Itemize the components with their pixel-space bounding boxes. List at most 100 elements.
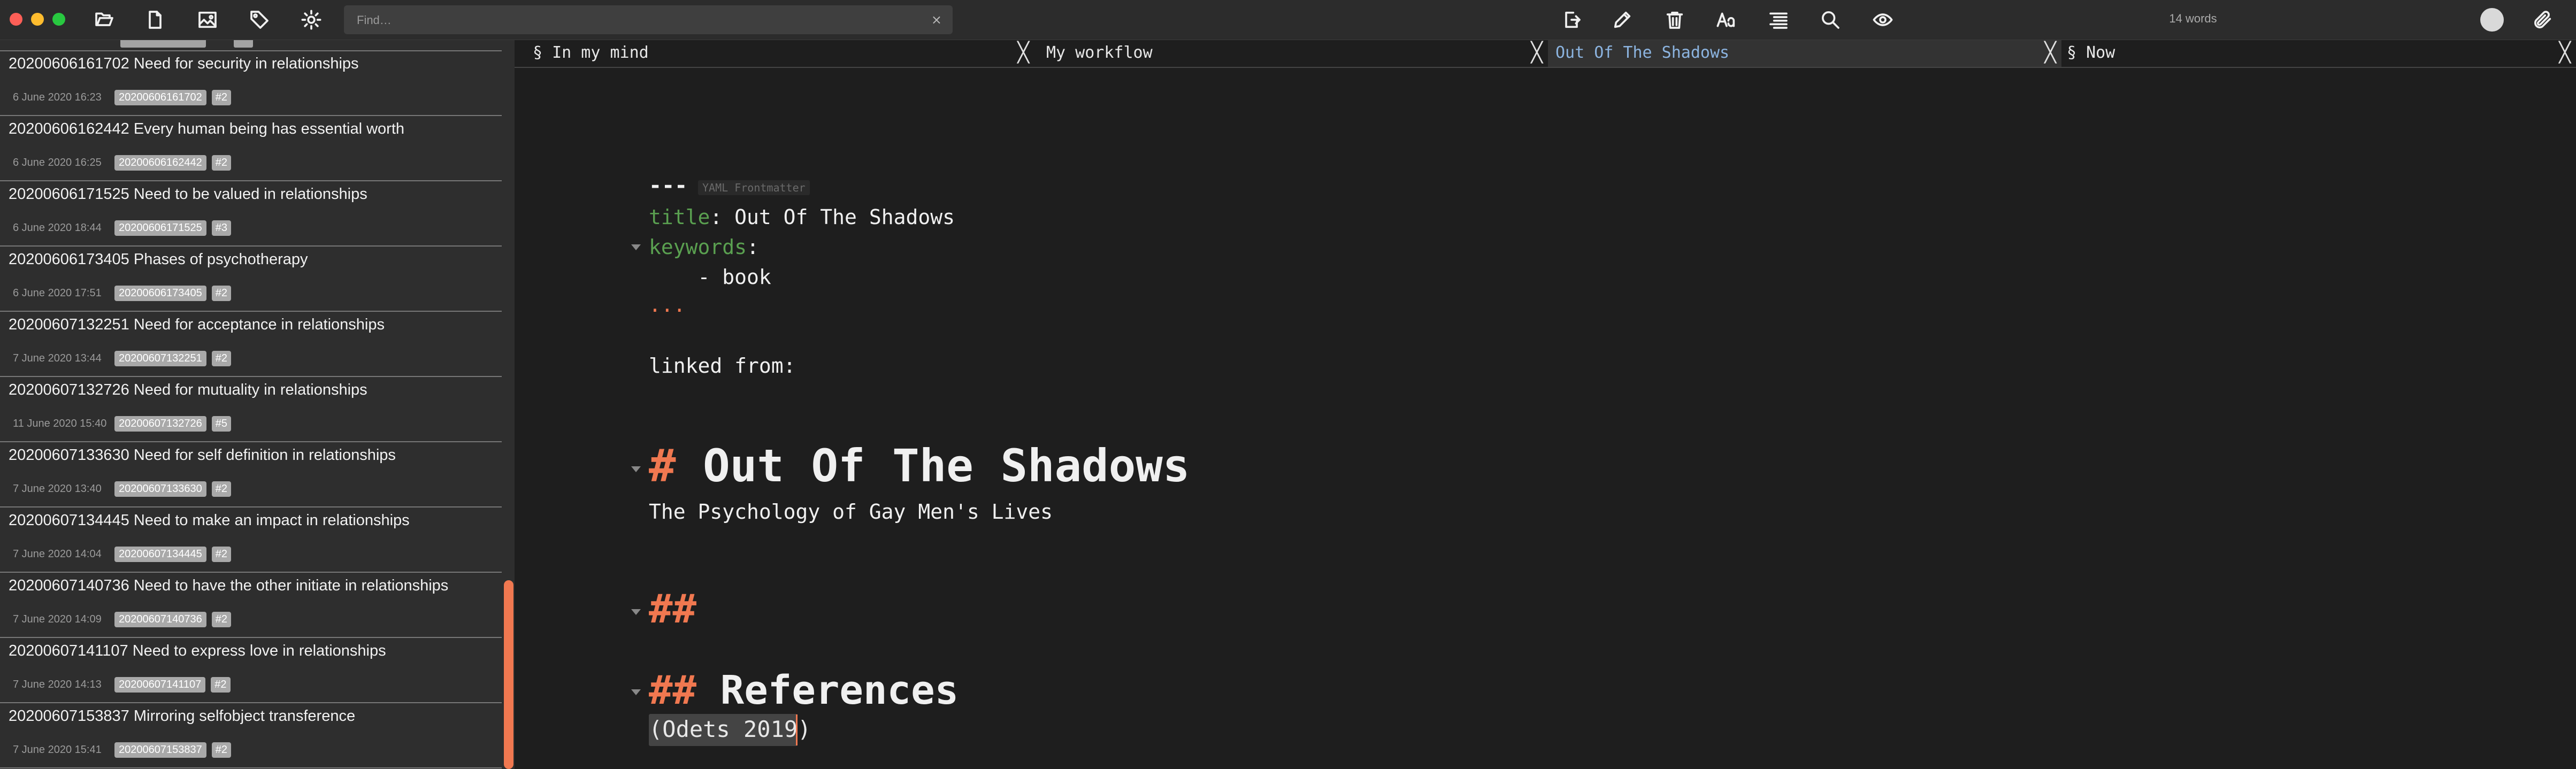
citation-text: (Odets 2019) [649,716,811,742]
search-clear-button[interactable]: × [931,12,942,27]
list-item[interactable]: 20200607134445 Need to make an impact in… [0,507,502,573]
file-date: 7 June 2020 14:04 [13,548,102,560]
heading-2-text: References [696,667,959,713]
word-count: 14 words [2169,12,2217,25]
file-date: 6 June 2020 16:23 [13,91,102,103]
file-date: 7 June 2020 15:41 [13,744,102,756]
file-list-sidebar: 20200606161702 Need for security in rela… [0,40,515,769]
link-count-badge: #2 [211,547,231,562]
heading-2-empty: ## [649,586,696,632]
partial-count-tag [234,40,253,48]
file-list: 20200606161702 Need for security in rela… [0,51,502,768]
list-item[interactable]: 20200607132251 Need for acceptance in re… [0,312,502,377]
paperclip-icon[interactable] [2530,7,2556,33]
file-date: 7 June 2020 14:13 [13,679,102,690]
file-date: 7 June 2020 13:44 [13,352,102,364]
file-meta: 7 June 2020 14:04 20200607134445 #2 [13,547,231,562]
tab-label: § In my mind [533,43,649,62]
file-title: 20200607140736 Need to have the other in… [9,577,449,594]
list-item[interactable]: 20200607133630 Need for self definition … [0,442,502,507]
image-icon[interactable] [195,7,220,33]
window-close-button[interactable] [10,13,22,26]
pencil-icon[interactable] [1609,7,1635,33]
tab-now[interactable]: § Now ╳ [2061,40,2576,67]
fold-arrow-icon[interactable] [631,689,641,695]
yaml-open-marker: --- [649,173,688,198]
file-id-tag: 20200607132251 [114,351,206,366]
yaml-frontmatter-badge: YAML Frontmatter [698,180,810,195]
search-icon[interactable] [1818,7,1843,33]
link-count-badge: #3 [211,220,231,236]
tab-in-my-mind[interactable]: § In my mind ╳ [515,40,1034,67]
eye-icon[interactable] [1870,7,1896,33]
tab-close-button[interactable]: ╳ [1017,42,1029,64]
list-item[interactable]: 20200607153837 Mirroring selfobject tran… [0,703,502,768]
file-meta: 6 June 2020 16:25 20200606162442 #2 [13,155,231,171]
list-item[interactable]: 20200606162442 Every human being has ess… [0,116,502,181]
list-item[interactable]: 20200607140736 Need to have the other in… [0,573,502,638]
window-minimize-button[interactable] [31,13,44,26]
tab-close-button[interactable]: ╳ [1531,42,1543,64]
yaml-separator: : [710,205,723,229]
file-id-tag: 20200606161702 [114,90,206,105]
tab-out-of-the-shadows[interactable]: Out Of The Shadows ╳ [1548,40,2061,67]
file-date: 11 June 2020 15:40 [13,418,107,429]
list-item[interactable]: 20200607132726 Need for mutuality in rel… [0,377,502,442]
list-item[interactable]: 20200607141107 Need to express love in r… [0,638,502,703]
file-title: 20200607134445 Need to make an impact in… [9,512,410,529]
file-meta: 7 June 2020 13:40 20200607133630 #2 [13,481,231,497]
file-title: 20200607133630 Need for self definition … [9,447,396,464]
file-id-tag: 20200606171525 [114,220,206,236]
trash-icon[interactable] [1662,7,1688,33]
list-item[interactable]: 20200606171525 Need to be valued in rela… [0,181,502,247]
gear-icon[interactable] [298,7,324,33]
tab-close-button[interactable]: ╳ [2559,42,2571,64]
scrollbar-thumb[interactable] [504,580,513,769]
tab-label: § Now [2067,43,2115,62]
window-maximize-button[interactable] [52,13,65,26]
file-title: 20200607153837 Mirroring selfobject tran… [9,708,356,725]
toc-icon[interactable] [1766,7,1791,33]
file-title: 20200607132251 Need for acceptance in re… [9,316,385,333]
font-icon[interactable] [1714,7,1739,33]
search-input[interactable] [356,5,914,35]
list-item[interactable]: 20200606173405 Phases of psychotherapy 6… [0,247,502,312]
file-meta: 7 June 2020 14:13 20200607141107 #2 [13,677,231,693]
partial-file-id-tag [120,40,206,48]
file-meta: 7 June 2020 13:44 20200607132251 #2 [13,351,231,366]
link-count-badge: #2 [211,481,231,497]
tags-icon[interactable] [247,7,272,33]
yaml-title-line: title: Out Of The Shadows [649,205,955,229]
file-date: 7 June 2020 13:40 [13,483,102,495]
file-id-tag: 20200607141107 [114,677,206,693]
file-id-tag: 20200607132726 [114,416,206,432]
markdown-editor[interactable] [515,68,2576,769]
new-file-icon[interactable] [142,7,168,33]
yaml-keyword-item: - book [649,265,771,289]
file-date: 6 June 2020 17:51 [13,287,102,299]
heading-1-text: Out Of The Shadows [676,440,1190,492]
heading-marker: ## [649,586,697,632]
file-title: 20200606162442 Every human being has ess… [9,120,405,137]
link-count-badge: #2 [211,677,231,693]
status-circle-button[interactable] [2480,8,2504,32]
list-item[interactable]: 20200606161702 Need for security in rela… [0,51,502,116]
fold-arrow-icon[interactable] [631,466,641,472]
file-meta: 7 June 2020 14:09 20200607140736 #2 [13,612,231,627]
link-count-badge: #2 [211,90,231,105]
link-count-badge: #5 [211,416,231,432]
folder-open-icon[interactable] [91,7,117,33]
file-id-tag: 20200607153837 [114,742,206,758]
export-icon[interactable] [1559,7,1584,33]
yaml-separator: : [747,235,759,259]
search-bar: × [344,5,953,35]
tab-close-button[interactable]: ╳ [2044,42,2056,64]
file-id-tag: 20200606162442 [114,155,206,171]
file-meta: 6 June 2020 16:23 20200606161702 #2 [13,90,231,105]
text-cursor [796,714,798,745]
fold-arrow-icon[interactable] [631,244,641,250]
file-date: 6 June 2020 18:44 [13,222,102,234]
tab-my-workflow[interactable]: My workflow ╳ [1034,40,1548,67]
file-id-tag: 20200606173405 [114,286,206,301]
fold-arrow-icon[interactable] [631,609,641,615]
